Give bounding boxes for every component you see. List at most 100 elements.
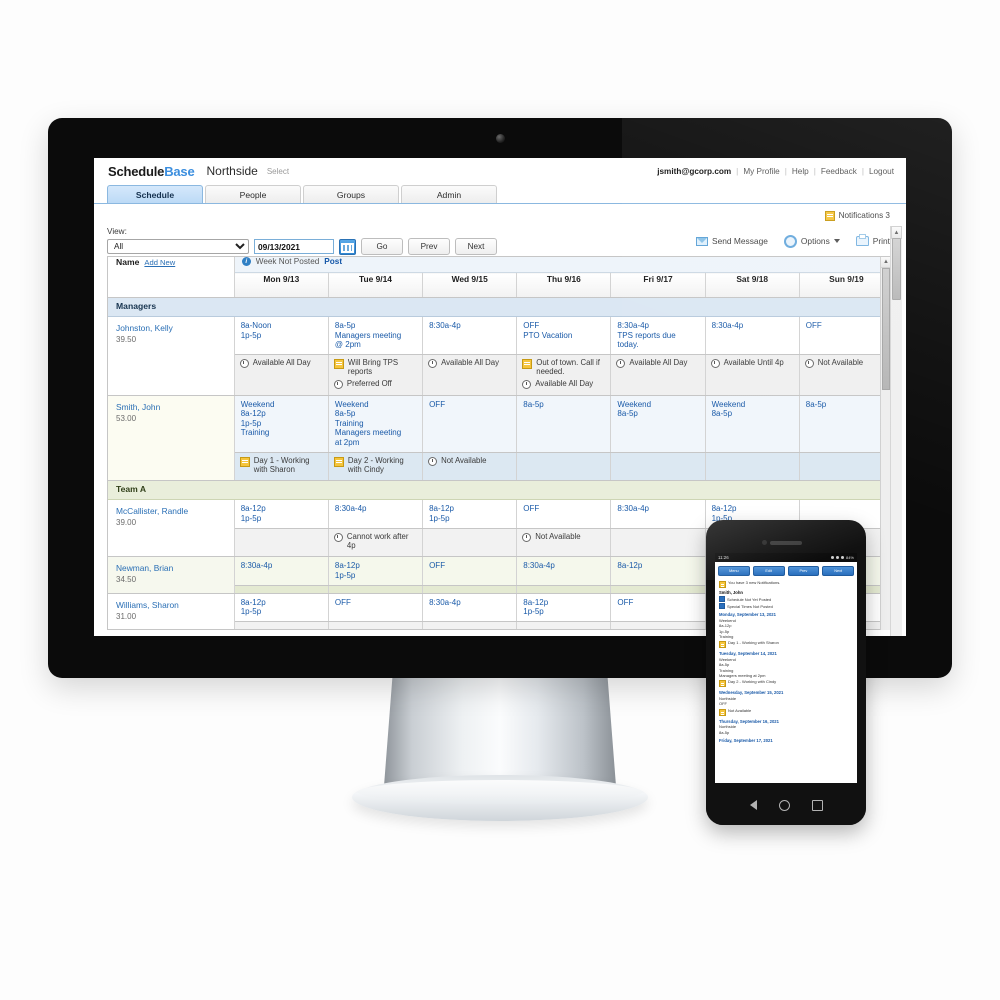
availability-cell-0[interactable]: Day 1 - Working with Sharon [234, 452, 329, 482]
day-header-0[interactable]: Mon 9/13 [234, 272, 329, 298]
availability-cell-1[interactable] [328, 585, 424, 594]
availability-cell-2[interactable] [422, 621, 518, 630]
shift-cell-5[interactable]: Weekend 8a-5p [705, 395, 800, 453]
availability-cell-4[interactable] [610, 452, 706, 482]
shift-cell-3[interactable]: 8a-12p 1p-5p [516, 593, 612, 622]
availability-cell-5[interactable] [705, 452, 800, 482]
shift-cell-1[interactable]: 8a-12p 1p-5p [328, 556, 424, 586]
shift-cell-1[interactable]: 8a-5p Managers meeting @ 2pm [328, 316, 424, 355]
employee-name-cell[interactable]: Smith, John 53.00 [108, 395, 235, 482]
shift-cell-3[interactable]: 8a-5p [516, 395, 612, 453]
logout-link[interactable]: Logout [869, 167, 894, 176]
availability-cell-2[interactable] [422, 528, 518, 558]
availability-cell-5[interactable]: Available Until 4p [705, 354, 800, 396]
page-scroll-thumb[interactable] [892, 238, 901, 300]
employee-name-cell[interactable]: McCallister, Randle 39.00 [108, 499, 235, 558]
calendar-icon[interactable] [339, 238, 356, 255]
send-message-button[interactable]: Send Message [696, 236, 768, 246]
grid-scroll-thumb[interactable] [882, 268, 890, 390]
shift-cell-0[interactable]: 8:30a-4p [234, 556, 329, 586]
tab-admin[interactable]: Admin [401, 185, 497, 203]
phone-notification[interactable]: You have 3 new Notifications. [719, 580, 853, 588]
availability-cell-1[interactable] [328, 621, 424, 630]
availability-cell-1[interactable]: Cannot work after 4p [328, 528, 424, 558]
employee-name-cell[interactable]: Newman, Brian 34.50 [108, 556, 235, 594]
availability-cell-0[interactable] [234, 621, 329, 630]
view-label: View: [107, 227, 127, 236]
day-header-1[interactable]: Tue 9/14 [328, 272, 424, 298]
page-vertical-scrollbar[interactable]: ▲ [890, 226, 902, 636]
add-new-link[interactable]: Add New [144, 258, 175, 267]
view-select[interactable]: All [107, 239, 249, 254]
note-icon [719, 708, 726, 716]
app-logo[interactable]: ScheduleBase [108, 164, 195, 179]
day-header-2[interactable]: Wed 9/15 [422, 272, 518, 298]
availability-cell-0[interactable] [234, 528, 329, 558]
availability-cell-3[interactable]: Out of town. Call if needed. Available Al… [516, 354, 612, 396]
shift-cell-3[interactable]: OFF [516, 499, 612, 529]
day-header-4[interactable]: Fri 9/17 [610, 272, 706, 298]
shift-cell-3[interactable]: 8:30a-4p [516, 556, 612, 586]
feedback-link[interactable]: Feedback [821, 167, 857, 176]
employee-name-cell[interactable]: Williams, Sharon 31.00 [108, 593, 235, 630]
note-icon [239, 456, 250, 467]
shift-cell-0[interactable]: Weekend 8a-12p 1p-5p Training [234, 395, 329, 453]
shift-cell-1[interactable]: 8:30a-4p [328, 499, 424, 529]
shift-cell-1[interactable]: OFF [328, 593, 424, 622]
recent-apps-icon[interactable] [811, 799, 823, 811]
day-header-5[interactable]: Sat 9/18 [705, 272, 800, 298]
tab-people[interactable]: People [205, 185, 301, 203]
tab-schedule[interactable]: Schedule [107, 185, 203, 203]
home-icon[interactable] [778, 799, 790, 811]
print-button[interactable]: Print [855, 234, 890, 246]
availability-cell-3[interactable]: Not Available [516, 528, 612, 558]
prev-button[interactable]: Prev [408, 238, 450, 255]
shift-cell-2[interactable]: OFF [422, 395, 518, 453]
availability-cell-2[interactable] [422, 585, 518, 594]
availability-cell-1[interactable]: Day 2 - Working with Cindy [328, 452, 424, 482]
shift-cell-1[interactable]: Weekend 8a-5p Training Managers meeting at 2… [328, 395, 424, 453]
note-icon [333, 456, 344, 467]
availability-cell-4[interactable] [610, 585, 706, 594]
availability-item: Available All Day [428, 358, 512, 368]
shift-cell-4[interactable]: 8:30a-4p TPS reports due today. [610, 316, 706, 355]
shift-cell-2[interactable]: 8:30a-4p [422, 593, 518, 622]
shift-cell-4[interactable]: OFF [610, 593, 706, 622]
shift-cell-4[interactable]: 8a-12p [610, 556, 706, 586]
shift-cell-5[interactable]: 8:30a-4p [705, 316, 800, 355]
shift-cell-2[interactable]: 8a-12p 1p-5p [422, 499, 518, 529]
help-link[interactable]: Help [792, 167, 809, 176]
day-header-3[interactable]: Thu 9/16 [516, 272, 612, 298]
post-link[interactable]: Post [324, 257, 342, 266]
shift-cell-0[interactable]: 8a-12p 1p-5p [234, 593, 329, 622]
availability-cell-4[interactable] [610, 528, 706, 558]
next-button[interactable]: Next [455, 238, 497, 255]
shift-cell-4[interactable]: Weekend 8a-5p [610, 395, 706, 453]
employee-name-cell[interactable]: Johnston, Kelly 39.50 [108, 316, 235, 396]
availability-cell-3[interactable] [516, 452, 612, 482]
go-button[interactable]: Go [361, 238, 403, 255]
tab-groups[interactable]: Groups [303, 185, 399, 203]
my-profile-link[interactable]: My Profile [743, 167, 779, 176]
date-input[interactable] [254, 239, 334, 254]
shift-cell-0[interactable]: 8a-12p 1p-5p [234, 499, 329, 529]
availability-cell-4[interactable] [610, 621, 706, 630]
availability-cell-3[interactable] [516, 585, 612, 594]
shift-cell-4[interactable]: 8:30a-4p [610, 499, 706, 529]
options-button[interactable]: Options [783, 234, 840, 248]
shift-cell-2[interactable]: 8:30a-4p [422, 316, 518, 355]
back-icon[interactable] [749, 800, 757, 810]
availability-cell-0[interactable]: Available All Day [234, 354, 329, 396]
shift-cell-3[interactable]: OFF PTO Vacation [516, 316, 612, 355]
shift-cell-2[interactable]: OFF [422, 556, 518, 586]
notifications-link[interactable]: Notifications 3 [824, 210, 890, 221]
availability-cell-0[interactable] [234, 585, 329, 594]
note-icon [719, 641, 726, 649]
availability-cell-2[interactable]: Not Available [422, 452, 518, 482]
availability-cell-1[interactable]: Will Bring TPS reports Preferred Off [328, 354, 424, 396]
availability-cell-4[interactable]: Available All Day [610, 354, 706, 396]
shift-cell-0[interactable]: 8a-Noon 1p-5p [234, 316, 329, 355]
availability-cell-3[interactable] [516, 621, 612, 630]
availability-cell-2[interactable]: Available All Day [422, 354, 518, 396]
site-select-link[interactable]: Select [267, 167, 289, 176]
